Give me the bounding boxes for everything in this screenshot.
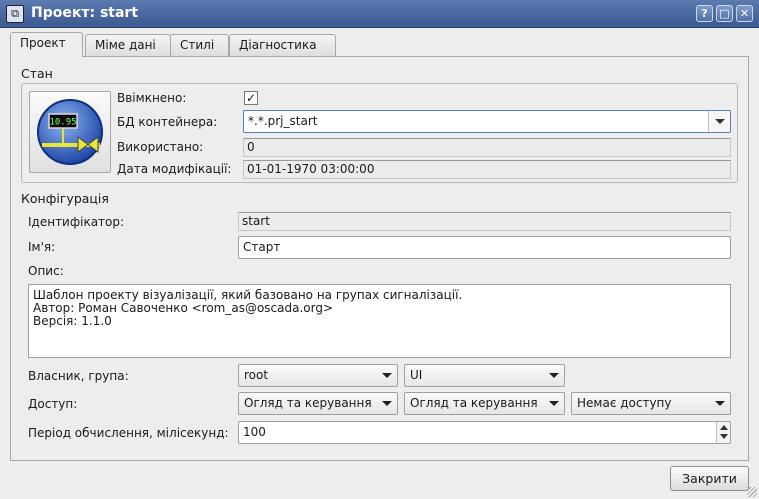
arrow-up-icon[interactable]: [720, 425, 728, 430]
maximize-button[interactable]: □: [716, 5, 733, 22]
identifier-field[interactable]: start: [238, 212, 731, 231]
period-stepper[interactable]: [716, 422, 730, 443]
access-label: Доступ:: [28, 397, 78, 411]
help-button[interactable]: ?: [696, 5, 713, 22]
chevron-down-icon: [715, 119, 725, 124]
tab-diagnostics[interactable]: Діагностика: [229, 34, 336, 56]
access-group-value: Огляд та керування: [410, 396, 538, 410]
access-owner-value: Огляд та керування: [244, 396, 372, 410]
state-group-title: Стан: [21, 66, 53, 81]
close-window-button[interactable]: ✕: [736, 5, 753, 22]
name-field[interactable]: Старт: [238, 236, 731, 259]
description-line: Автор: Роман Савоченко <rom_as@oscada.or…: [33, 301, 334, 315]
tab-styles[interactable]: Стилі: [170, 34, 229, 56]
access-other-combo[interactable]: Немає доступу: [571, 392, 731, 415]
period-value: 100: [243, 425, 266, 439]
close-button[interactable]: Закрити: [670, 466, 749, 491]
access-group-combo[interactable]: Огляд та керування: [404, 392, 565, 415]
title-bar: ⧉ Проект: start ? □ ✕: [0, 0, 759, 28]
group-combo[interactable]: UI: [404, 364, 565, 387]
group-value: UI: [410, 368, 423, 382]
config-group-title: Конфігурація: [21, 191, 109, 206]
access-owner-combo[interactable]: Огляд та керування: [238, 392, 398, 415]
modified-label: Дата модифікації:: [117, 162, 232, 176]
window-title: Проект: start: [31, 5, 139, 21]
chevron-down-icon: [715, 401, 725, 406]
access-other-value: Немає доступу: [577, 396, 672, 410]
owner-combo[interactable]: root: [238, 364, 398, 387]
period-spinbox[interactable]: 100: [238, 421, 731, 444]
db-container-combo[interactable]: *.*.prj_start: [243, 110, 731, 133]
tab-project[interactable]: Проект: [10, 32, 83, 57]
enabled-label: Ввімкнено:: [117, 91, 187, 105]
chevron-down-icon: [549, 401, 559, 406]
chevron-down-icon: [382, 401, 392, 406]
owner-group-label: Власник, група:: [28, 369, 129, 383]
description-label: Опис:: [28, 264, 64, 278]
description-line: Версія: 1.1.0: [33, 314, 112, 328]
project-icon-button[interactable]: 10.95: [29, 91, 111, 173]
tab-mime-data[interactable]: Міме дані: [85, 34, 171, 56]
window-menu-icon[interactable]: ⧉: [6, 5, 24, 23]
arrow-down-icon[interactable]: [720, 434, 728, 439]
db-container-dropdown-button[interactable]: [708, 111, 730, 132]
chevron-down-icon: [382, 373, 392, 378]
db-container-value: *.*.prj_start: [248, 114, 318, 128]
used-field[interactable]: 0: [243, 138, 731, 157]
owner-value: root: [244, 368, 269, 382]
enabled-checkbox[interactable]: ✓: [244, 91, 258, 105]
chevron-down-icon: [549, 373, 559, 378]
icon-display-value: 10.95: [49, 118, 76, 128]
used-label: Використано:: [117, 140, 204, 154]
name-label: Ім'я:: [28, 240, 56, 254]
period-label: Період обчислення, мілісекунд:: [28, 426, 229, 440]
resize-grip[interactable]: [747, 487, 757, 497]
modified-field[interactable]: 01-01-1970 03:00:00: [243, 160, 731, 179]
identifier-label: Ідентифікатор:: [28, 215, 125, 229]
tab-panel-project: Стан 10.95 Ввімкнено: ✓ БД контейнера: *…: [10, 56, 749, 461]
db-container-label: БД контейнера:: [117, 115, 218, 129]
description-textarea[interactable]: Шаблон проекту візуалізації, який базова…: [28, 284, 731, 358]
project-visualization-icon: 10.95: [37, 99, 103, 165]
